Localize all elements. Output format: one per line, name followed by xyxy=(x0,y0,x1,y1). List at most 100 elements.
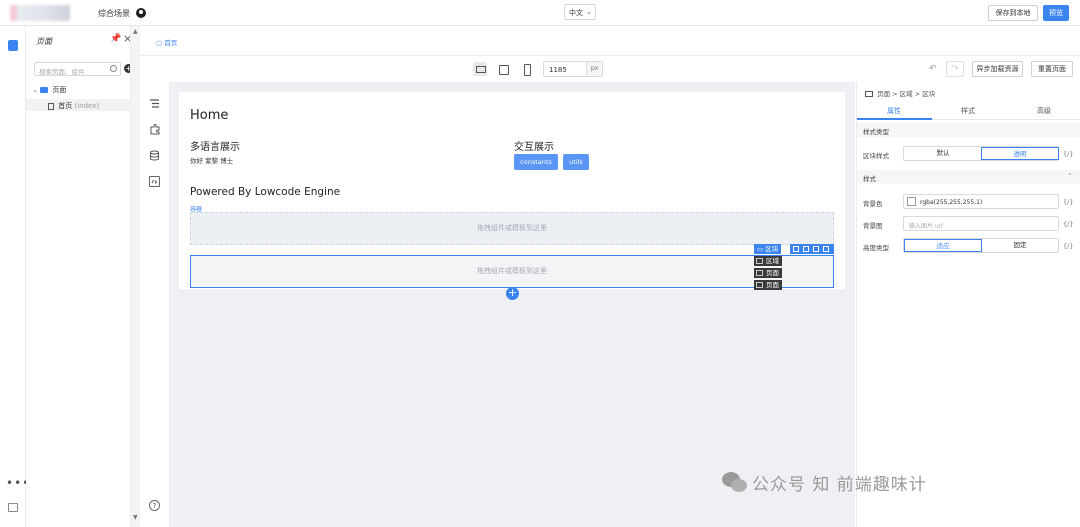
folder-icon xyxy=(40,87,49,93)
crumb-block[interactable]: 区块 xyxy=(922,90,935,98)
data-source-icon[interactable] xyxy=(149,150,160,161)
height-type-auto[interactable]: 适应 xyxy=(904,239,982,252)
page-slug: (index) xyxy=(74,102,100,110)
interact-heading[interactable]: 交互展示 xyxy=(514,138,554,153)
i18n-heading[interactable]: 多语言展示 xyxy=(190,138,240,153)
drop-zone-label: 拖拽组件或模板到这里 xyxy=(477,267,547,275)
language-value: 中文 xyxy=(569,9,583,17)
chevron-down-icon: ⌄ xyxy=(586,8,592,16)
design-canvas[interactable]: Home 多语言展示 你好 紫黎 博士 交互展示 constants utils… xyxy=(170,82,855,527)
language-select[interactable]: 中文 ⌄ xyxy=(564,4,596,20)
code-editor-icon[interactable] xyxy=(149,176,160,187)
settings-panel: 页面 > 区域 > 区块 属性 样式 高级 样式类型 区块样式 默认 透明 {/… xyxy=(856,82,1080,527)
app-logo xyxy=(10,5,70,21)
move-up-icon[interactable] xyxy=(793,246,799,252)
bg-color-input[interactable]: rgba(255,255,255,1) xyxy=(903,194,1059,209)
selection-label-text: 区块 xyxy=(765,245,779,253)
scene-title: 综合场景 xyxy=(98,9,130,18)
search-placeholder: 搜索页面、组件 xyxy=(39,68,85,76)
canvas-width-input[interactable]: 1185 px xyxy=(543,61,603,77)
save-local-button[interactable]: 保存到本地 xyxy=(988,5,1038,21)
width-unit: px xyxy=(586,62,602,76)
activity-rail: ••• xyxy=(0,26,29,527)
crumb-popup-label: 区域 xyxy=(766,257,779,265)
github-icon[interactable] xyxy=(136,8,146,18)
utils-button[interactable]: utils xyxy=(563,154,589,170)
page-icon xyxy=(756,270,763,276)
tab-props[interactable]: 属性 xyxy=(887,106,901,116)
preview-button[interactable]: 预览 xyxy=(1043,5,1069,21)
section-style-type: 样式类型 xyxy=(857,123,1080,137)
pin-icon[interactable]: 📌 xyxy=(110,34,121,44)
caret-down-icon: ⌄ xyxy=(32,86,38,94)
undo-icon[interactable]: ↶ xyxy=(929,64,937,74)
active-tab-indicator xyxy=(857,118,932,120)
watermark-text: 公众号 知 前端趣味计 xyxy=(752,475,927,495)
bg-color-value: rgba(255,255,255,1) xyxy=(920,199,983,206)
tablet-device-button[interactable] xyxy=(496,62,510,76)
tool-column: ? xyxy=(140,82,170,527)
top-bar: 综合场景 中文 ⌄ 保存到本地 预览 xyxy=(0,0,1080,26)
canvas-page[interactable]: Home 多语言展示 你好 紫黎 博士 交互展示 constants utils… xyxy=(179,92,845,289)
copy-icon[interactable] xyxy=(813,246,819,252)
block-style-radio[interactable]: 默认 透明 xyxy=(903,146,1059,161)
block-style-label: 区块样式 xyxy=(863,152,889,160)
component-library-icon[interactable] xyxy=(149,124,160,135)
search-icon xyxy=(110,65,117,72)
drop-zone[interactable]: 拖拽组件或模板到这里 xyxy=(190,212,834,245)
scroll-up-icon[interactable]: ▲ xyxy=(133,28,138,35)
scroll-down-icon[interactable]: ▼ xyxy=(133,514,138,521)
height-type-fixed[interactable]: 固定 xyxy=(981,239,1059,252)
desktop-device-button[interactable] xyxy=(473,62,487,76)
page-tree-panel: 页面 📌 × 搜索页面、组件 + ⌄ 页面 首页 (index) ▲ ▼ xyxy=(26,26,140,527)
crumb-popup-item-1[interactable]: 区域 xyxy=(754,256,782,266)
pages-icon[interactable] xyxy=(8,40,18,51)
selection-label[interactable]: ▭ 区块 xyxy=(754,244,782,254)
redo-button[interactable]: ↷ xyxy=(946,61,964,77)
page-icon xyxy=(756,282,763,288)
outline-tree-icon[interactable] xyxy=(149,98,160,109)
settings-tabs: 属性 样式 高级 xyxy=(857,102,1080,120)
tab-style[interactable]: 样式 xyxy=(961,106,975,116)
add-component-icon[interactable]: + xyxy=(506,287,519,300)
crumb-popup-item-3[interactable]: 页面 xyxy=(754,280,782,290)
tab-advanced[interactable]: 高级 xyxy=(1037,106,1051,116)
block-style-default[interactable]: 默认 xyxy=(904,147,982,160)
bg-color-label: 背景色 xyxy=(863,200,883,208)
tree-folder-pages[interactable]: ⌄ 页面 xyxy=(32,85,66,95)
variable-binding-icon[interactable]: {/} xyxy=(1063,150,1073,158)
tab-home-label: 首页 xyxy=(164,39,178,47)
home-heading[interactable]: Home xyxy=(190,108,228,123)
settings-breadcrumb: 页面 > 区域 > 区块 xyxy=(865,88,935,98)
panel-toggle-icon[interactable] xyxy=(8,503,18,512)
tree-scrollbar[interactable]: ▲ ▼ xyxy=(130,26,140,527)
height-type-radio[interactable]: 适应 固定 xyxy=(903,238,1059,253)
page-search-input[interactable]: 搜索页面、组件 xyxy=(34,62,121,76)
block-style-transparent[interactable]: 透明 xyxy=(981,147,1059,160)
crumb-popup-label: 页面 xyxy=(766,281,779,289)
delete-icon[interactable] xyxy=(823,246,829,252)
help-icon[interactable]: ? xyxy=(149,500,160,511)
variable-binding-icon[interactable]: {/} xyxy=(1063,220,1073,228)
crumb-region[interactable]: 区域 xyxy=(900,90,913,98)
variable-binding-icon[interactable]: {/} xyxy=(1063,242,1073,250)
tree-item-home[interactable]: 首页 (index) xyxy=(48,101,99,111)
color-swatch[interactable] xyxy=(907,197,916,206)
drop-zone-selected[interactable]: 拖拽组件或模板到这里 xyxy=(190,255,834,288)
bg-image-label: 背景图 xyxy=(863,222,883,230)
constants-button[interactable]: constants xyxy=(514,154,558,170)
bg-image-input[interactable]: 输入图片 url xyxy=(903,216,1059,231)
powered-heading[interactable]: Powered By Lowcode Engine xyxy=(190,186,340,198)
lock-icon[interactable] xyxy=(803,246,809,252)
wechat-logo-icon xyxy=(722,472,748,494)
tab-home[interactable]: ▢ 首页 xyxy=(156,37,177,47)
i18n-text[interactable]: 你好 紫黎 博士 xyxy=(190,155,233,165)
phone-device-button[interactable] xyxy=(519,62,533,76)
width-value: 1185 xyxy=(549,66,567,74)
crumb-page[interactable]: 页面 xyxy=(877,90,890,98)
reset-page-button[interactable]: 重置页面 xyxy=(1031,61,1073,77)
collapse-icon[interactable]: ⌃ xyxy=(1067,172,1073,180)
async-load-button[interactable]: 异步加载资源 xyxy=(972,61,1023,77)
variable-binding-icon[interactable]: {/} xyxy=(1063,198,1073,206)
crumb-popup-item-2[interactable]: 页面 xyxy=(754,268,782,278)
